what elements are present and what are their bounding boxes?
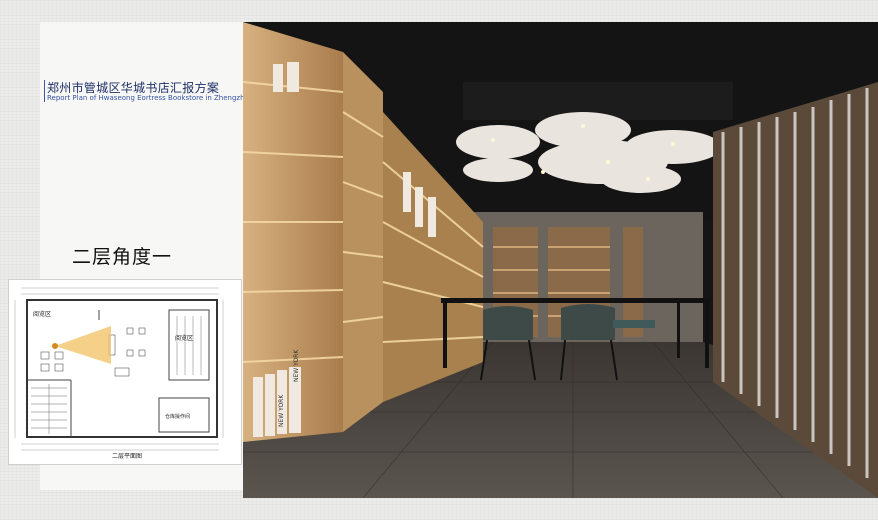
view-angle-label: 二层角度一	[72, 246, 173, 268]
title-accent-line	[44, 80, 45, 102]
zone-label-reading-left: 阅览区	[33, 310, 51, 318]
floor-plan-caption: 二层平面图	[112, 453, 143, 460]
floor-plan-drawing: 阅览区 阅览区 仓库操作间	[14, 287, 224, 451]
book-title-2: NEW YORK	[278, 394, 285, 427]
camera-view-cone	[55, 326, 111, 364]
interior-render-drawing: NEW YORK NEW YORK	[243, 22, 878, 498]
book-title-1: NEW YORK	[293, 349, 300, 382]
camera-marker	[52, 343, 58, 349]
zone-label-reading-right: 阅览区	[175, 334, 193, 342]
interior-render: NEW YORK NEW YORK	[243, 22, 878, 498]
floor-plan: 阅览区 阅览区 仓库操作间	[8, 279, 242, 465]
zone-label-storage: 仓库操作间	[165, 413, 190, 420]
